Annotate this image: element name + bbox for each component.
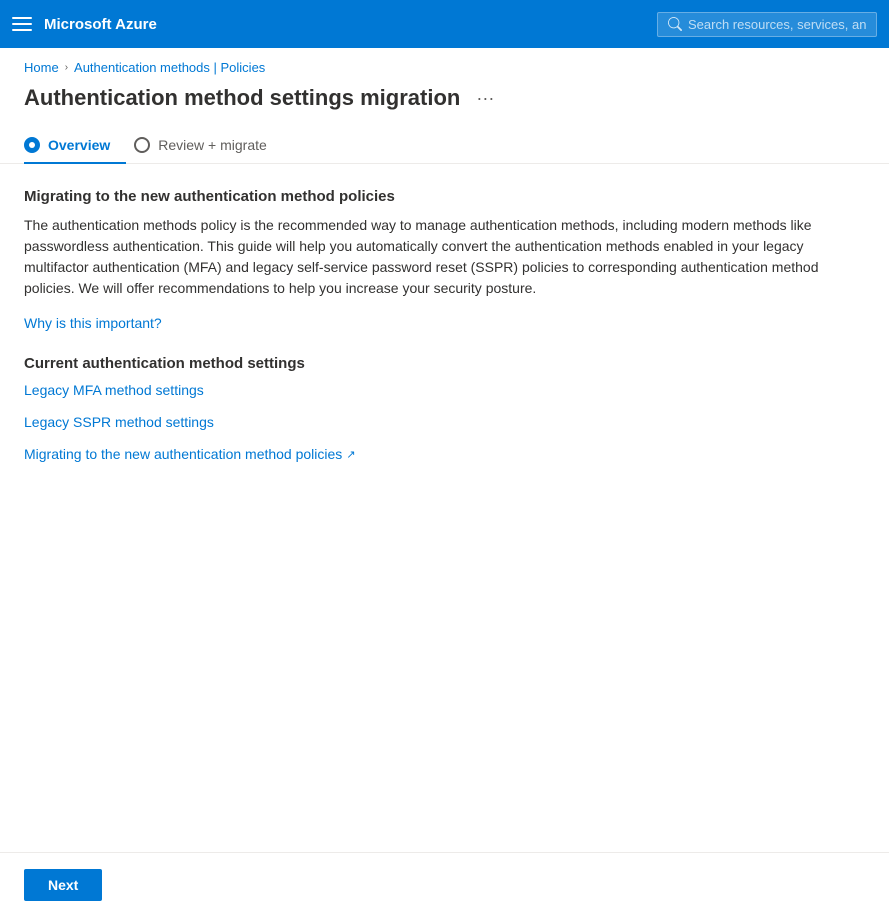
description-text: The authentication methods policy is the… (24, 215, 865, 299)
hamburger-menu-button[interactable] (12, 14, 32, 34)
tab-review-migrate-radio (134, 137, 150, 153)
migrating-link-label: Migrating to the new authentication meth… (24, 446, 342, 462)
list-item: Migrating to the new authentication meth… (24, 446, 865, 462)
breadcrumb-home[interactable]: Home (24, 60, 59, 75)
main-section-title: Migrating to the new authentication meth… (24, 188, 865, 205)
tabs-container: Overview Review + migrate (0, 127, 889, 164)
footer: Next (0, 852, 889, 917)
tab-overview-label: Overview (48, 137, 110, 153)
breadcrumb-parent[interactable]: Authentication methods | Policies (74, 60, 265, 75)
current-section-title: Current authentication method settings (24, 355, 865, 372)
tab-overview-radio (24, 137, 40, 153)
breadcrumb-chevron-1: › (65, 62, 68, 73)
tab-review-migrate-label: Review + migrate (158, 137, 267, 153)
external-link-icon: ↗ (346, 448, 355, 461)
list-item: Legacy MFA method settings (24, 382, 865, 398)
more-options-button[interactable]: ··· (470, 86, 500, 111)
search-bar[interactable] (657, 12, 877, 37)
why-important-link[interactable]: Why is this important? (24, 315, 162, 331)
migrating-link[interactable]: Migrating to the new authentication meth… (24, 446, 356, 462)
tab-overview[interactable]: Overview (24, 127, 126, 163)
tab-review-migrate[interactable]: Review + migrate (134, 127, 283, 163)
main-content: Migrating to the new authentication meth… (0, 164, 889, 852)
list-item: Legacy SSPR method settings (24, 414, 865, 430)
page-title: Authentication method settings migration (24, 85, 460, 111)
topbar: Microsoft Azure (0, 0, 889, 48)
legacy-mfa-link[interactable]: Legacy MFA method settings (24, 382, 204, 398)
next-button[interactable]: Next (24, 869, 102, 901)
legacy-sspr-link[interactable]: Legacy SSPR method settings (24, 414, 214, 430)
azure-logo: Microsoft Azure (44, 16, 157, 33)
search-icon (668, 17, 682, 31)
links-list: Legacy MFA method settings Legacy SSPR m… (24, 382, 865, 462)
page-title-area: Authentication method settings migration… (0, 81, 889, 127)
search-input[interactable] (688, 17, 866, 32)
breadcrumb: Home › Authentication methods | Policies (0, 48, 889, 81)
